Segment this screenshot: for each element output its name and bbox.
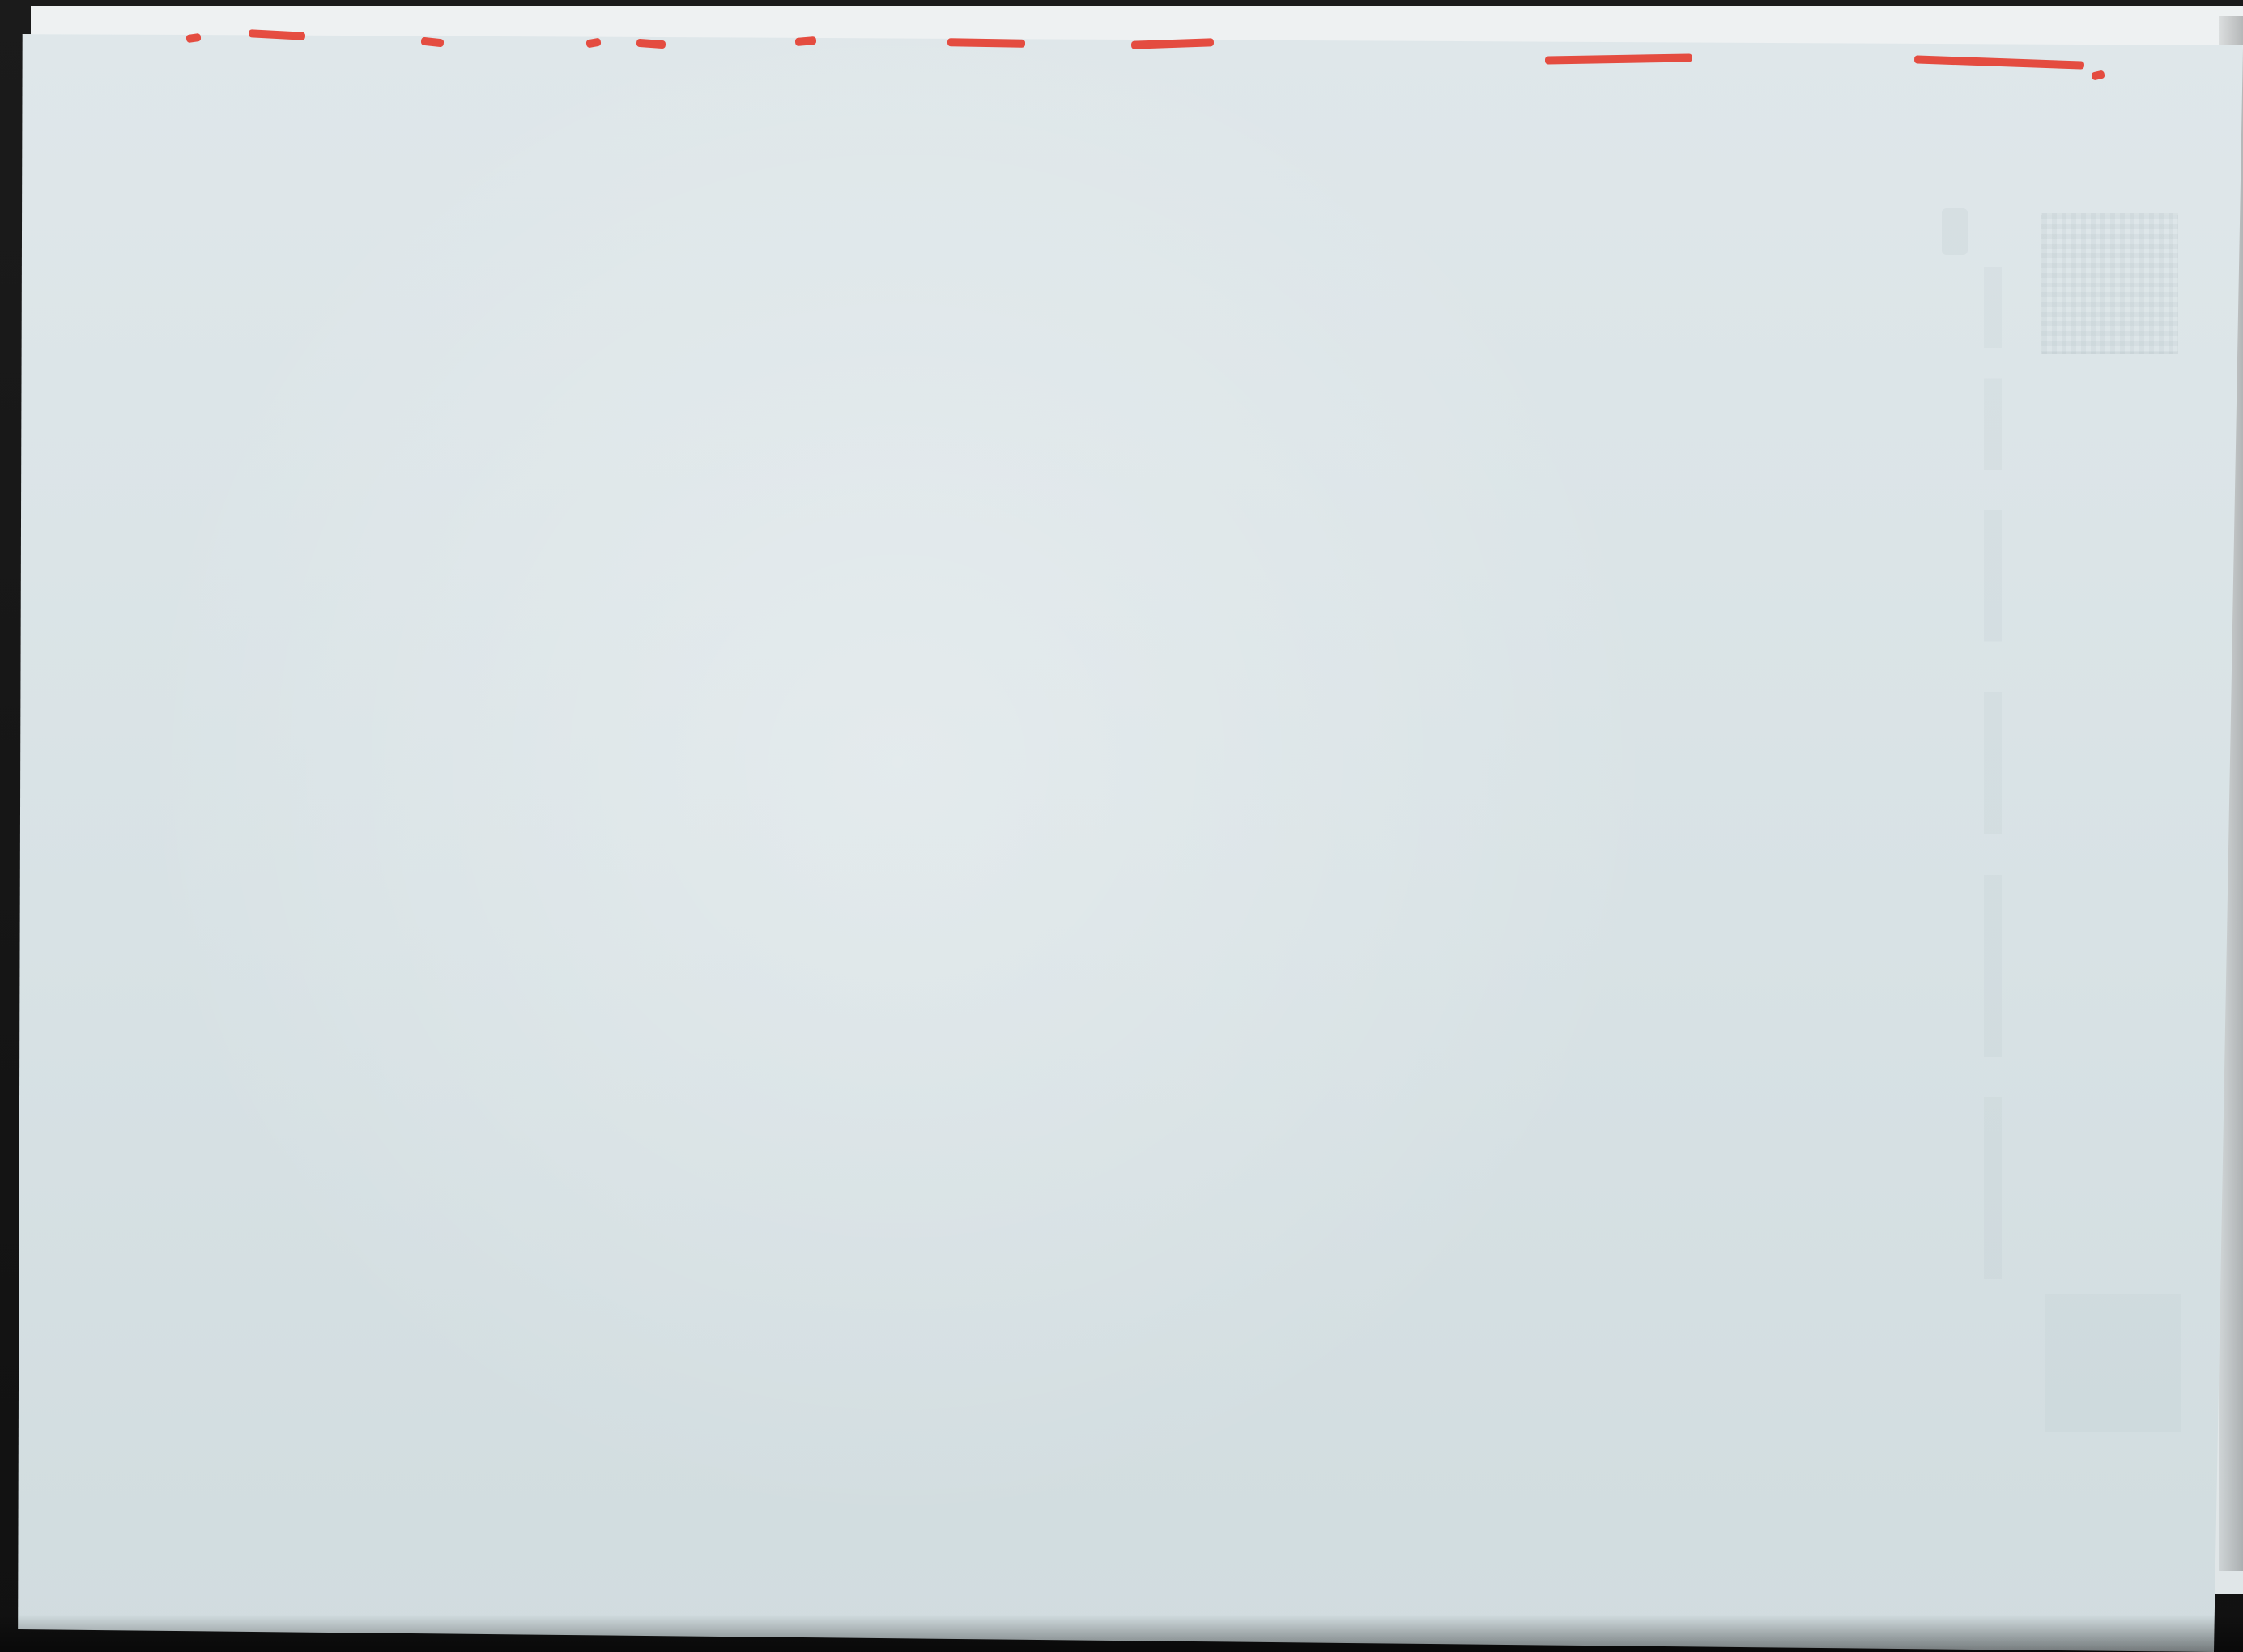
bottom-shadow bbox=[0, 1615, 2243, 1652]
faint-printed-symbol bbox=[1942, 208, 1968, 255]
faint-vertical-text-column bbox=[1984, 267, 2002, 1279]
faint-qr-code bbox=[2041, 213, 2178, 354]
photo-scene bbox=[0, 0, 2243, 1652]
front-paper-sheet bbox=[18, 34, 2243, 1652]
faint-side-print-block bbox=[2045, 1294, 2181, 1432]
red-handwriting-mark bbox=[947, 38, 1026, 48]
